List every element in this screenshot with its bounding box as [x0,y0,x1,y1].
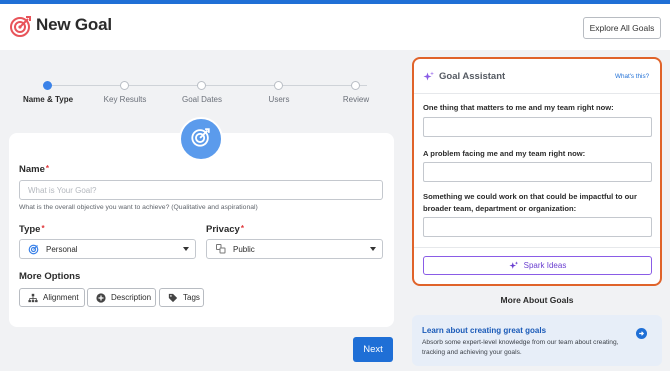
assistant-answer-1-input[interactable] [423,117,652,137]
type-select[interactable]: Personal [19,239,196,259]
goal-type-badge [179,117,223,161]
arrow-circle-icon[interactable] [636,328,647,339]
type-value: Personal [46,244,78,254]
learn-card-title[interactable]: Learn about creating great goals [422,326,546,335]
goal-assistant-panel: Goal Assistant What's this? One thing th… [412,57,662,286]
spark-ideas-button[interactable]: Spark Ideas [423,256,652,275]
plus-circle-icon [96,292,106,303]
type-label: Type* [19,224,45,235]
sparkle-icon [423,70,435,82]
step-label-goal-dates[interactable]: Goal Dates [182,95,222,104]
target-icon [28,243,40,255]
step-dot-goal-dates[interactable] [197,81,206,90]
target-icon [190,126,212,153]
tag-icon [168,293,178,303]
assistant-question-3: Something we could work on that could be… [423,192,637,213]
more-options-label: More Options [19,271,81,282]
privacy-value: Public [233,244,255,254]
step-label-key-results[interactable]: Key Results [104,95,147,104]
whats-this-link[interactable]: What's this? [615,73,649,80]
assistant-answer-2-input[interactable] [423,162,652,182]
page-title: New Goal [36,15,112,34]
page-header: New Goal Explore All Goals [0,4,670,50]
people-icon [215,243,227,255]
target-icon [9,14,33,38]
step-dot-review[interactable] [351,81,360,90]
step-dot-users[interactable] [274,81,283,90]
chevron-down-icon [370,247,376,251]
name-helper-text: What is the overall objective you want t… [19,204,258,211]
assistant-answer-3-input[interactable] [423,217,652,237]
sparkle-icon [509,260,519,271]
learn-card-body: Absorb some expert-level knowledge from … [422,339,619,356]
next-button[interactable]: Next [353,337,393,362]
tags-button[interactable]: Tags [159,288,204,307]
assistant-question-1: One thing that matters to me and my team… [423,103,614,112]
name-label: Name* [19,164,49,175]
step-label-name-type[interactable]: Name & Type [23,95,73,104]
goal-name-input[interactable] [19,180,383,200]
step-dot-name-type[interactable] [43,81,52,90]
privacy-select[interactable]: Public [206,239,383,259]
progress-stepper: Name & Type Key Results Goal Dates Users… [0,78,400,108]
explore-all-goals-button[interactable]: Explore All Goals [583,17,661,39]
stepper-track [51,85,367,86]
privacy-label: Privacy* [206,224,244,235]
step-label-review[interactable]: Review [343,95,369,104]
alignment-label: Alignment [43,293,79,302]
spark-ideas-label: Spark Ideas [523,261,567,270]
step-dot-key-results[interactable] [120,81,129,90]
assistant-title: Goal Assistant [439,71,506,82]
learn-goals-card[interactable]: Learn about creating great goals Absorb … [412,315,662,366]
alignment-button[interactable]: Alignment [19,288,85,307]
tags-label: Tags [183,293,200,302]
assistant-question-2: A problem facing me and my team right no… [423,149,586,158]
assistant-divider [414,247,660,248]
step-label-users[interactable]: Users [269,95,290,104]
chevron-down-icon [183,247,189,251]
description-label: Description [111,293,152,302]
description-button[interactable]: Description [87,288,156,307]
more-about-goals-heading: More About Goals [500,295,574,305]
assistant-header: Goal Assistant What's this? [414,59,660,94]
hierarchy-icon [28,293,38,303]
